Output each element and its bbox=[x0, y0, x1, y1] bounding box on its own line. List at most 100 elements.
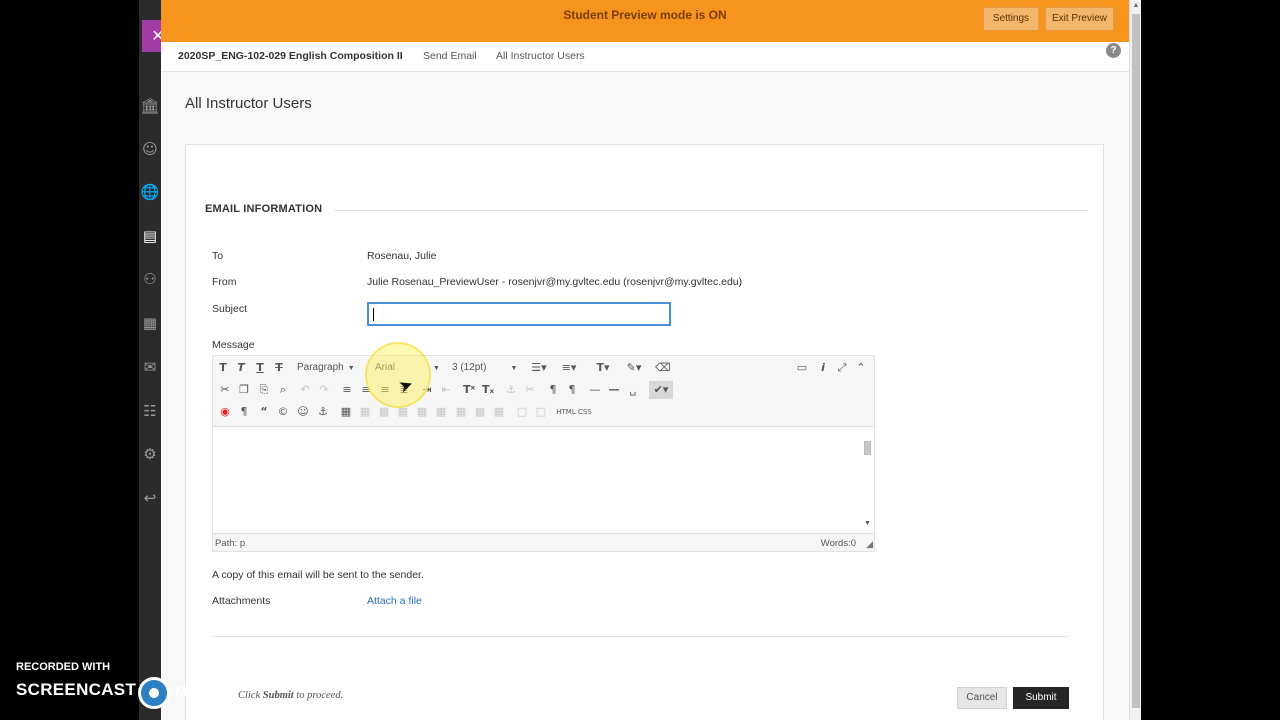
to-value: Rosenau, Julie bbox=[367, 250, 437, 262]
html-css-button[interactable]: HTML CSS bbox=[554, 403, 594, 421]
bullet-list-icon[interactable]: ☰▾ bbox=[529, 359, 549, 377]
page-title: All Instructor Users bbox=[185, 95, 312, 112]
nonbreaking-space-icon[interactable]: ␣ bbox=[626, 381, 640, 399]
font-size-value: 3 (12pt) bbox=[452, 362, 487, 373]
main-panel: Student Preview mode is ON Settings Exit… bbox=[161, 0, 1129, 720]
numbered-list-icon[interactable]: ≡▾ bbox=[559, 359, 579, 377]
align-left-icon[interactable]: ≡ bbox=[340, 381, 354, 399]
record-icon[interactable]: ◉ bbox=[218, 403, 232, 421]
highlight-icon[interactable]: ✎▾ bbox=[623, 359, 645, 377]
section-title: EMAIL INFORMATION bbox=[205, 203, 323, 215]
breadcrumb-send-email[interactable]: Send Email bbox=[423, 50, 477, 62]
text-color-icon[interactable]: T▾ bbox=[593, 359, 613, 377]
insert-row-icon[interactable]: ▦ bbox=[415, 403, 429, 421]
blockquote-icon[interactable]: “ bbox=[257, 403, 271, 421]
insert-col-icon[interactable]: ▦ bbox=[454, 403, 468, 421]
editor-scrollbar[interactable]: ▼ bbox=[863, 435, 872, 527]
page-scroll-thumb[interactable] bbox=[1132, 14, 1140, 708]
message-editor: T T T T Paragraph ▼ Arial ▼ 3 (12pt) ▼ ☰▾ ≡… bbox=[212, 355, 875, 552]
emoticon-icon[interactable]: ☺ bbox=[296, 403, 310, 421]
resize-handle-icon[interactable]: ◢ bbox=[866, 540, 873, 550]
proceed-bold: Submit bbox=[262, 690, 294, 701]
signout-icon[interactable]: ↩ bbox=[139, 487, 161, 509]
screen: 🏛 ☺ 🌐 ▤ ⚇ ▦ ✉ ☷ ⚙ ↩ ✕ Student Preview mo… bbox=[0, 0, 1280, 720]
spellcheck-icon[interactable]: ✔▾ bbox=[649, 381, 673, 399]
profile-icon[interactable]: ☺ bbox=[139, 138, 161, 160]
redo-icon[interactable]: ↷ bbox=[317, 381, 331, 399]
rtl-icon[interactable]: ¶ bbox=[565, 381, 579, 399]
font-size-select[interactable]: 3 (12pt) ▼ bbox=[452, 360, 522, 376]
scroll-up-icon[interactable]: ▲ bbox=[1130, 2, 1142, 9]
table-props-icon[interactable]: ▦ bbox=[358, 403, 372, 421]
fullscreen-icon[interactable]: ⤢ bbox=[835, 359, 849, 377]
split-cell-icon[interactable]: ▦ bbox=[492, 403, 506, 421]
chevron-down-icon: ▼ bbox=[510, 365, 518, 372]
editor-toolbar-row-1: T T T T Paragraph ▼ Arial ▼ 3 (12pt) ▼ ☰▾ ≡… bbox=[213, 357, 874, 379]
messages-icon[interactable]: ✉ bbox=[139, 356, 161, 378]
visual-aid-icon[interactable]: □ bbox=[534, 403, 548, 421]
breadcrumb: 2020SP_ENG-102-029 English Composition I… bbox=[161, 42, 1129, 72]
calendar-icon[interactable]: ▦ bbox=[139, 312, 161, 334]
chevron-down-icon: ▼ bbox=[347, 365, 355, 372]
pilcrow-icon[interactable]: ¶ bbox=[237, 403, 251, 421]
delete-col-icon[interactable]: ▦ bbox=[473, 403, 487, 421]
copy-icon[interactable]: ❐ bbox=[237, 381, 251, 399]
message-body-textarea[interactable]: ▼ bbox=[213, 426, 874, 534]
proceed-prefix: Click bbox=[238, 690, 261, 701]
breadcrumb-course[interactable]: 2020SP_ENG-102-029 English Composition I… bbox=[178, 50, 403, 62]
email-form-card: EMAIL INFORMATION To Rosenau, Julie From… bbox=[185, 144, 1104, 720]
unlink-icon[interactable]: ✂ bbox=[523, 381, 537, 399]
css-label: CSS bbox=[577, 408, 592, 416]
courses-icon[interactable]: ▤ bbox=[139, 225, 161, 247]
html-label: HTML bbox=[556, 408, 576, 416]
subscript-icon[interactable]: Tₓ bbox=[481, 381, 495, 399]
strikethrough-icon[interactable]: T bbox=[272, 359, 286, 377]
cancel-button[interactable]: Cancel bbox=[957, 687, 1007, 709]
superscript-icon[interactable]: Tˣ bbox=[462, 381, 476, 399]
submit-button[interactable]: Submit bbox=[1013, 687, 1069, 709]
bold-icon[interactable]: T bbox=[216, 359, 230, 377]
grades-icon[interactable]: ☷ bbox=[139, 400, 161, 422]
institution-icon[interactable]: 🏛 bbox=[139, 95, 161, 117]
tools-icon[interactable]: ⚙ bbox=[139, 443, 161, 465]
form-divider bbox=[212, 636, 1069, 637]
help-icon[interactable]: ? bbox=[1106, 43, 1121, 58]
horizontal-rule-icon[interactable]: — bbox=[588, 381, 602, 399]
watermark-brand: SCREENCAST bbox=[16, 680, 137, 699]
paragraph-format-select[interactable]: Paragraph ▼ bbox=[297, 360, 367, 376]
collapse-toolbar-icon[interactable]: ⌃ bbox=[854, 359, 868, 377]
delete-row-icon[interactable]: ▦ bbox=[434, 403, 448, 421]
underline-icon[interactable]: T bbox=[253, 359, 267, 377]
undo-icon[interactable]: ↶ bbox=[298, 381, 312, 399]
preview-icon[interactable]: ▭ bbox=[795, 359, 809, 377]
subject-input[interactable] bbox=[367, 302, 671, 326]
eraser-icon[interactable]: ⌫ bbox=[655, 359, 671, 377]
preview-settings-button[interactable]: Settings bbox=[983, 7, 1039, 31]
scroll-down-icon[interactable]: ▼ bbox=[863, 520, 872, 527]
special-char-icon[interactable]: © bbox=[276, 403, 290, 421]
groups-icon[interactable]: ⚇ bbox=[139, 268, 161, 290]
merge-cell-icon[interactable]: □ bbox=[515, 403, 529, 421]
info-icon[interactable]: i bbox=[816, 359, 830, 377]
page-scrollbar[interactable]: ▲ bbox=[1129, 0, 1141, 720]
editor-word-count: Words:0 bbox=[820, 538, 856, 549]
globe-icon[interactable]: 🌐 bbox=[139, 181, 161, 203]
exit-preview-button[interactable]: Exit Preview bbox=[1045, 7, 1114, 31]
link-icon[interactable]: ⚓ bbox=[504, 381, 518, 399]
find-icon[interactable]: ⌕ bbox=[276, 381, 290, 399]
editor-scroll-thumb[interactable] bbox=[864, 441, 871, 455]
paragraph-format-value: Paragraph bbox=[297, 362, 344, 373]
left-nav-rail: 🏛 ☺ 🌐 ▤ ⚇ ▦ ✉ ☷ ⚙ ↩ bbox=[139, 0, 161, 720]
italic-icon[interactable]: T bbox=[234, 359, 248, 377]
paste-icon[interactable]: ⎘ bbox=[257, 381, 271, 399]
attach-file-link[interactable]: Attach a file bbox=[367, 595, 422, 607]
from-value: Julie Rosenau_PreviewUser - rosenjvr@my.… bbox=[367, 276, 743, 288]
cut-icon[interactable]: ✂ bbox=[218, 381, 232, 399]
thick-rule-icon[interactable]: — bbox=[607, 381, 621, 399]
anchor-icon[interactable]: ⚓ bbox=[316, 403, 330, 421]
ltr-icon[interactable]: ¶ bbox=[546, 381, 560, 399]
table-icon[interactable]: ▦ bbox=[339, 403, 353, 421]
chevron-down-icon: ▼ bbox=[433, 365, 440, 372]
text-caret bbox=[373, 308, 374, 321]
outdent-icon[interactable]: ⇤ bbox=[439, 381, 453, 399]
